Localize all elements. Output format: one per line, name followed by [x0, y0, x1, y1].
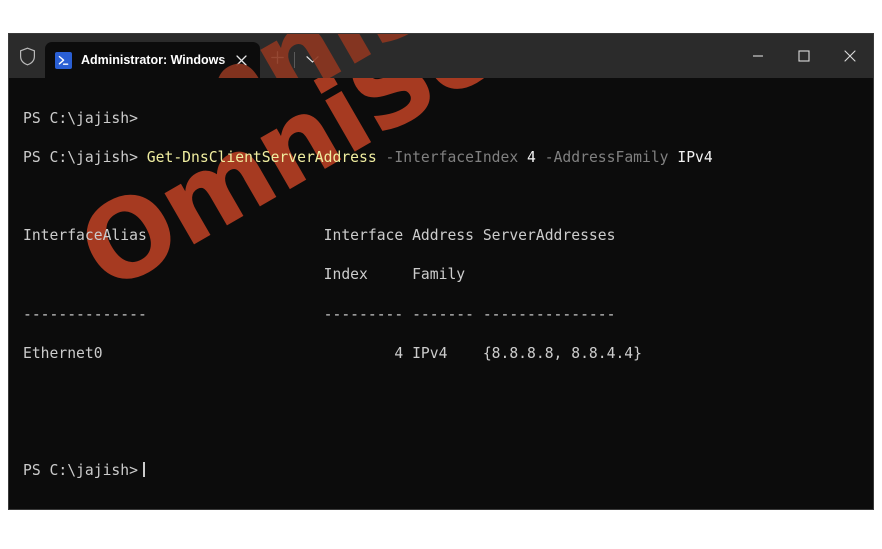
value-addressfamily: IPv4	[677, 148, 713, 166]
terminal-output-area[interactable]: OmniSecu.com PS C:\jajish> PS C:\jajish>…	[9, 78, 873, 509]
tab-administrator-powershell[interactable]: Administrator: Windows Powe	[45, 42, 260, 78]
table-header-row-2: Index Family	[23, 265, 873, 285]
tab-close-icon[interactable]	[230, 49, 252, 71]
new-tab-button[interactable]	[260, 42, 294, 78]
console-text: PS C:\jajish> PS C:\jajish> Get-DnsClien…	[9, 78, 873, 509]
prompt-text: PS C:\jajish>	[23, 462, 138, 480]
shield-icon	[9, 34, 45, 78]
tab-dropdown-button[interactable]	[295, 42, 329, 78]
table-data-row: Ethernet0 4 IPv4 {8.8.8.8, 8.8.4.4}	[23, 344, 642, 362]
text-cursor	[142, 462, 145, 478]
console-line-prompt-final[interactable]: PS C:\jajish>	[23, 461, 873, 481]
table-row: Ethernet0 4 IPv4 {8.8.8.8, 8.8.4.4}	[23, 344, 873, 364]
console-line-command: PS C:\jajish> Get-DnsClientServerAddress…	[23, 148, 873, 168]
table-separator: -------------- --------- ------- -------…	[23, 305, 616, 323]
close-button[interactable]	[827, 34, 873, 78]
plus-icon	[270, 51, 284, 69]
parameter-addressfamily: -AddressFamily	[535, 148, 678, 166]
console-line-prompt-1: PS C:\jajish>	[23, 109, 873, 129]
powershell-icon	[55, 51, 72, 69]
cmdlet-name: Get-DnsClientServerAddress	[146, 148, 377, 166]
minimize-button[interactable]	[735, 34, 781, 78]
parameter-interfaceindex: -InterfaceIndex	[376, 148, 528, 166]
tab-title: Administrator: Windows Powe	[81, 53, 228, 67]
prompt-text: PS C:\jajish>	[23, 148, 147, 166]
window-controls	[735, 34, 873, 78]
table-separator-row: -------------- --------- ------- -------…	[23, 305, 873, 325]
maximize-button[interactable]	[781, 34, 827, 78]
table-header-line-2: Index Family	[23, 266, 466, 284]
prompt-text: PS C:\jajish>	[23, 109, 138, 127]
table-header-line-1: InterfaceAlias Interface Address ServerA…	[23, 227, 616, 245]
minimize-icon	[752, 50, 764, 62]
titlebar-drag-area	[329, 42, 735, 78]
terminal-window: Administrator: Windows Powe	[8, 33, 874, 510]
table-header-row-1: InterfaceAlias Interface Address ServerA…	[23, 226, 873, 246]
title-bar[interactable]: Administrator: Windows Powe	[9, 34, 873, 78]
value-interfaceindex: 4	[527, 148, 536, 166]
maximize-icon	[798, 50, 810, 62]
close-icon	[844, 50, 856, 62]
chevron-down-icon	[305, 51, 319, 69]
